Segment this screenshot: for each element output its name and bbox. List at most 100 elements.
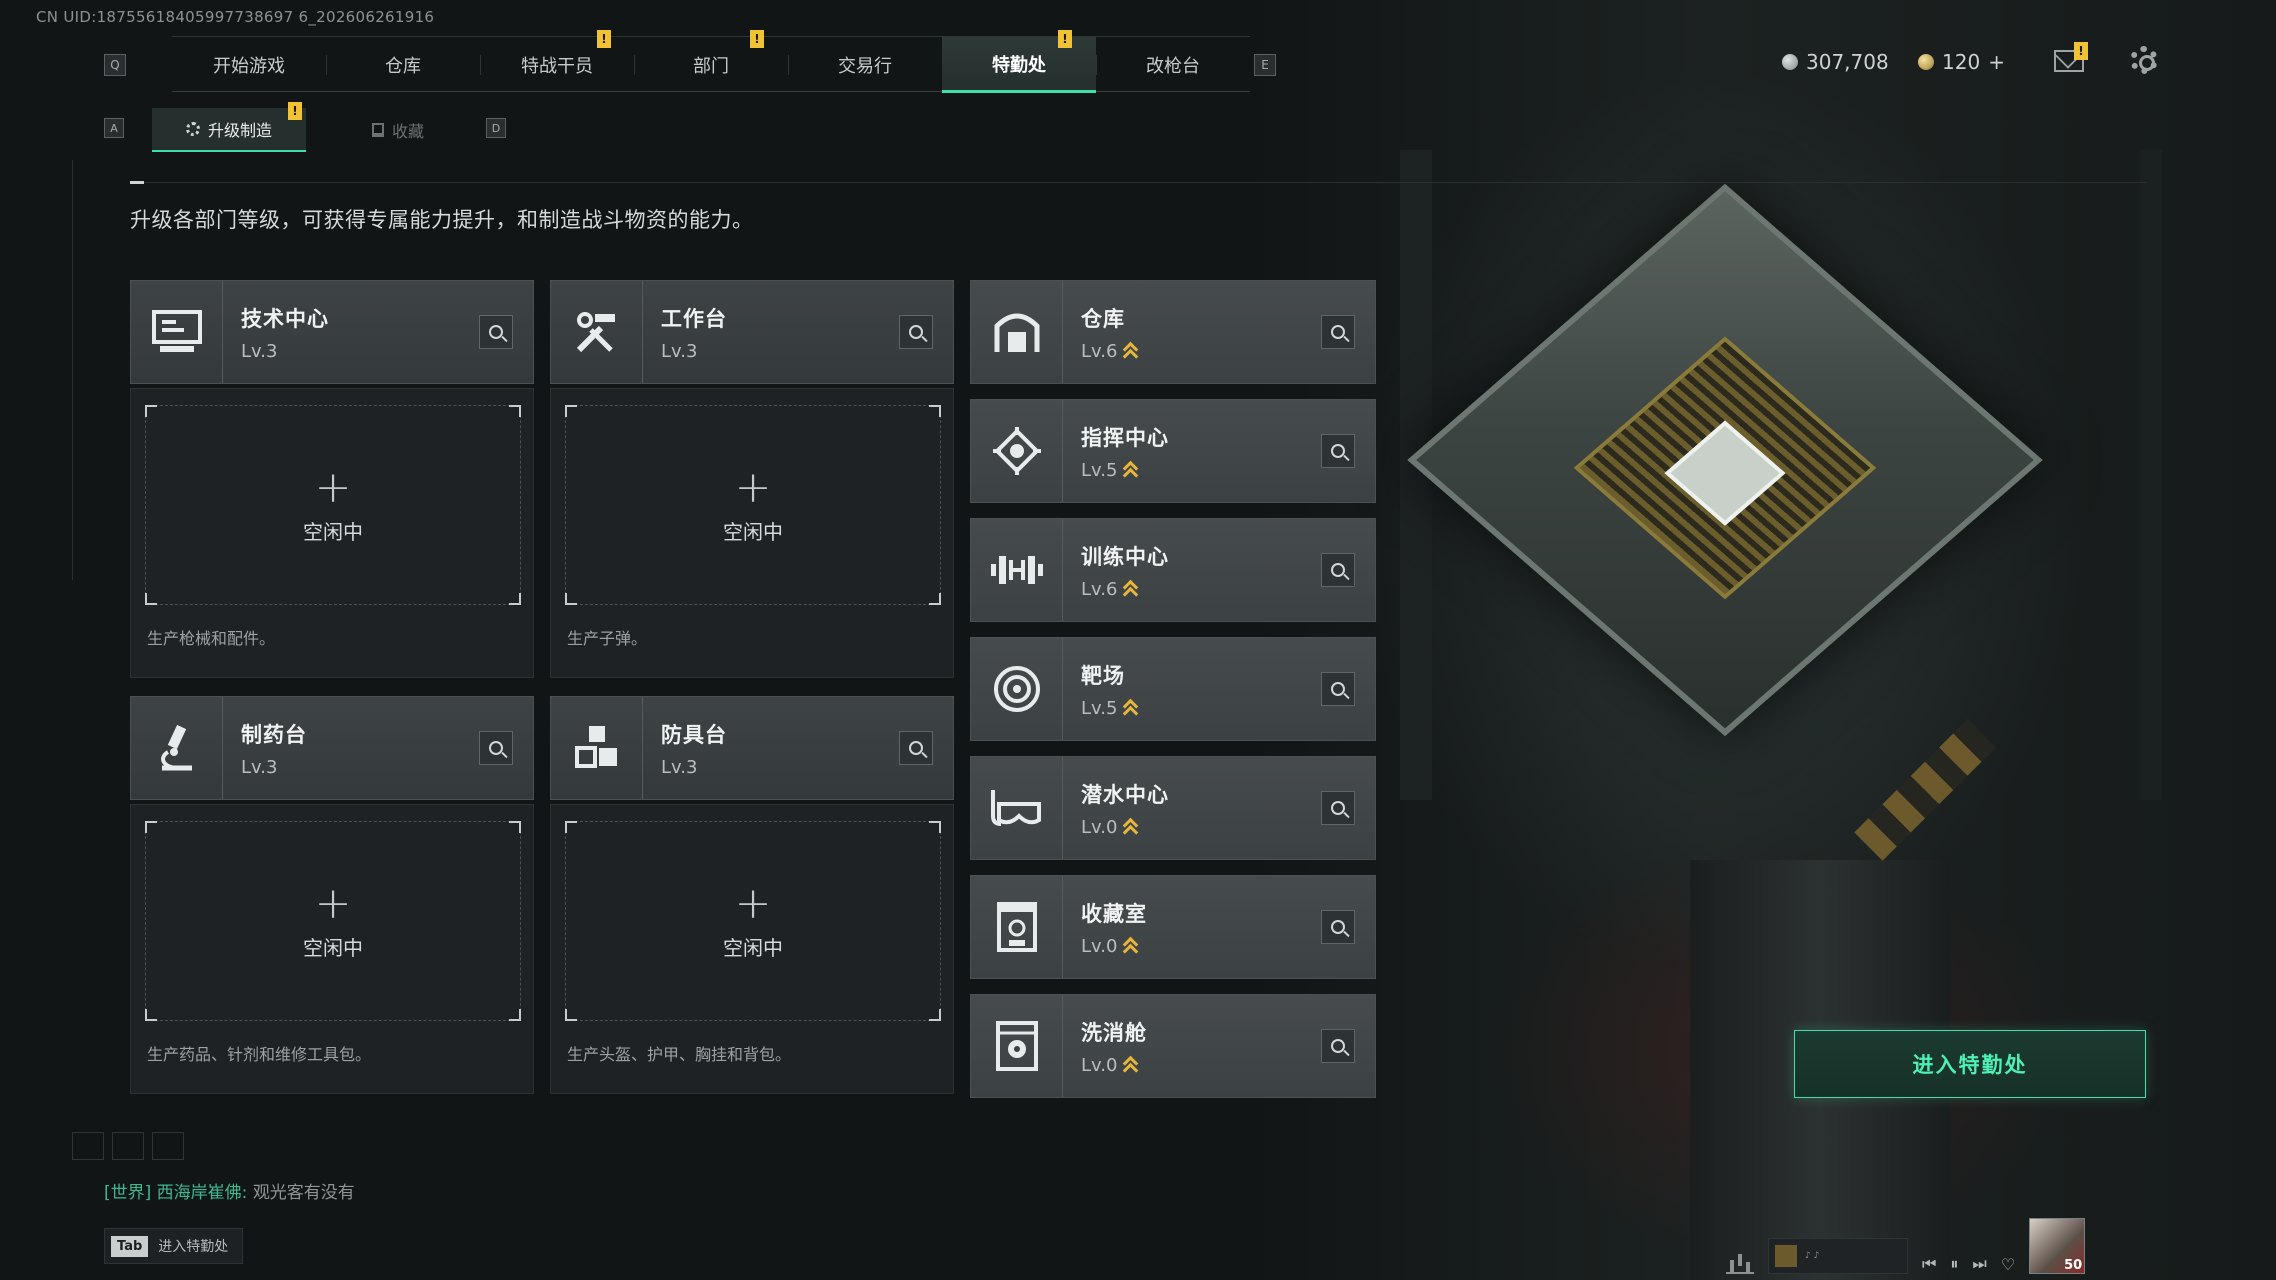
dept-card-shooting-range[interactable]: 靶场 Lv.5 bbox=[970, 637, 1376, 741]
dept-name: 指挥中心 bbox=[1081, 425, 1169, 450]
search-icon bbox=[1331, 1039, 1345, 1053]
add-gold-icon[interactable]: + bbox=[1988, 50, 2005, 74]
main-tabs: 开始游戏 仓库 特战干员 部门 交易行 特勤处 改枪台 bbox=[172, 36, 1250, 93]
silver-currency: 307,708 bbox=[1782, 50, 1889, 74]
inspect-button[interactable] bbox=[1321, 553, 1355, 587]
slot-status: 空闲中 bbox=[723, 935, 783, 960]
music-player[interactable]: ♪ ♪ bbox=[1768, 1238, 1908, 1274]
craft-slot[interactable]: + 空闲中 bbox=[565, 405, 941, 605]
upgrade-arrow-icon bbox=[1123, 461, 1137, 479]
craft-panel-tech-center: + 空闲中 生产枪械和配件。 bbox=[130, 388, 534, 678]
dept-level: Lv.5 bbox=[1081, 459, 1118, 481]
dept-card-workbench[interactable]: 工作台 Lv.3 bbox=[550, 280, 954, 384]
craft-panel-pharmacy: + 空闲中 生产药品、针剂和维修工具包。 bbox=[130, 804, 534, 1094]
dept-card-pharmacy[interactable]: 制药台 Lv.3 bbox=[130, 696, 534, 800]
key-hint-a: A bbox=[104, 118, 124, 138]
heart-icon[interactable]: ♡ bbox=[2001, 1255, 2015, 1274]
tab-gunsmith[interactable]: 改枪台 bbox=[1096, 37, 1250, 93]
bookmark-icon bbox=[371, 123, 384, 137]
gold-coin-icon bbox=[1918, 54, 1934, 70]
tab-trading[interactable]: 交易行 bbox=[788, 37, 942, 93]
previous-track-icon[interactable]: ⏮ bbox=[1922, 1254, 1936, 1274]
subtab-upgrade-craft[interactable]: 升级制造 bbox=[152, 108, 306, 152]
search-icon bbox=[489, 741, 503, 755]
computer-icon bbox=[131, 281, 223, 383]
dept-card-diving-center[interactable]: 潜水中心 Lv.0 bbox=[970, 756, 1376, 860]
divider-mark bbox=[130, 181, 144, 184]
upgrade-arrow-icon bbox=[1123, 580, 1137, 598]
subtab-collection-label: 收藏 bbox=[391, 122, 424, 141]
dept-card-warehouse[interactable]: 仓库 Lv.6 bbox=[970, 280, 1376, 384]
search-icon bbox=[1331, 801, 1345, 815]
gold-currency[interactable]: 120 + bbox=[1918, 50, 2005, 74]
dept-card-collection-room[interactable]: 收藏室 Lv.0 bbox=[970, 875, 1376, 979]
dept-level: Lv.3 bbox=[241, 340, 278, 362]
subtab-collection[interactable]: 收藏 bbox=[338, 108, 458, 152]
dept-level: Lv.5 bbox=[1081, 697, 1118, 719]
craft-slot[interactable]: + 空闲中 bbox=[565, 821, 941, 1021]
warehouse-icon bbox=[971, 281, 1063, 383]
dept-card-tech-center[interactable]: 技术中心 Lv.3 bbox=[130, 280, 534, 384]
dept-card-decontamination[interactable]: 洗消舱 Lv.0 bbox=[970, 994, 1376, 1098]
inspect-button[interactable] bbox=[1321, 315, 1355, 349]
pause-icon[interactable]: ⏸ bbox=[1950, 1254, 1958, 1274]
slot-description: 生产头盔、护甲、胸挂和背包。 bbox=[567, 1045, 792, 1064]
player-avatar[interactable]: 50 bbox=[2029, 1218, 2086, 1274]
search-icon bbox=[489, 325, 503, 339]
enter-special-ops-button[interactable]: 进入特勤处 bbox=[1794, 1030, 2146, 1098]
dept-level: Lv.6 bbox=[1081, 340, 1118, 362]
gold-amount: 120 bbox=[1942, 50, 1981, 74]
chat-message[interactable]: [世界] 西海岸崔佛: 观光客有没有 bbox=[104, 1178, 355, 1203]
search-icon bbox=[1331, 682, 1345, 696]
search-icon bbox=[909, 741, 923, 755]
inspect-button[interactable] bbox=[1321, 434, 1355, 468]
inspect-button[interactable] bbox=[1321, 791, 1355, 825]
tab-departments[interactable]: 部门 bbox=[634, 37, 788, 93]
key-hint-d: D bbox=[486, 118, 506, 138]
inspect-button[interactable] bbox=[479, 315, 513, 349]
dept-name: 训练中心 bbox=[1081, 544, 1169, 569]
inspect-button[interactable] bbox=[479, 731, 513, 765]
hazmat-icon bbox=[971, 995, 1063, 1097]
chat-text: 观光客有没有 bbox=[252, 1183, 355, 1203]
dept-card-training-center[interactable]: 训练中心 Lv.6 bbox=[970, 518, 1376, 622]
tab-shortcut-hint[interactable]: Tab 进入特勤处 bbox=[104, 1228, 244, 1264]
dept-name: 收藏室 bbox=[1081, 901, 1147, 926]
stats-icon[interactable] bbox=[1726, 1248, 1754, 1274]
search-icon bbox=[909, 325, 923, 339]
page-description: 升级各部门等级，可获得专属能力提升，和制造战斗物资的能力。 bbox=[130, 208, 754, 232]
craft-slot[interactable]: + 空闲中 bbox=[145, 821, 521, 1021]
user-uid: CN UID:18755618405997738697 6_2026062619… bbox=[36, 8, 435, 26]
silver-coin-icon bbox=[1782, 54, 1798, 70]
microscope-icon bbox=[131, 697, 223, 799]
dept-level: Lv.0 bbox=[1081, 1054, 1118, 1076]
dept-card-armor-bench[interactable]: 防具台 Lv.3 bbox=[550, 696, 954, 800]
inspect-button[interactable] bbox=[899, 315, 933, 349]
key-hint-e: E bbox=[1254, 54, 1276, 76]
tab-warehouse[interactable]: 仓库 bbox=[326, 37, 480, 93]
gear-icon bbox=[185, 122, 200, 136]
craft-slot[interactable]: + 空闲中 bbox=[145, 405, 521, 605]
plus-icon: + bbox=[314, 461, 352, 513]
warning-badge: ! bbox=[2074, 42, 2088, 60]
album-art bbox=[1775, 1245, 1797, 1267]
inspect-button[interactable] bbox=[1321, 1029, 1355, 1063]
key-hint-q: Q bbox=[104, 54, 126, 76]
dept-name: 潜水中心 bbox=[1081, 782, 1169, 807]
inspect-button[interactable] bbox=[899, 731, 933, 765]
dept-card-command-center[interactable]: 指挥中心 Lv.5 bbox=[970, 399, 1376, 503]
tab-special-ops[interactable]: 特勤处 bbox=[942, 37, 1096, 93]
inspect-button[interactable] bbox=[1321, 910, 1355, 944]
dept-level: Lv.0 bbox=[1081, 935, 1118, 957]
tab-start-game[interactable]: 开始游戏 bbox=[172, 37, 326, 93]
craft-panel-workbench: + 空闲中 生产子弹。 bbox=[550, 388, 954, 678]
search-icon bbox=[1331, 563, 1345, 577]
inspect-button[interactable] bbox=[1321, 672, 1355, 706]
bottom-hud: ♪ ♪ ⏮ ⏸ ⏭ ♡ 50 bbox=[1726, 1218, 2086, 1274]
quick-slots bbox=[72, 1132, 184, 1160]
settings-gear-icon[interactable] bbox=[2130, 46, 2158, 74]
plus-icon: + bbox=[734, 877, 772, 929]
armor-blocks-icon bbox=[551, 697, 643, 799]
next-track-icon[interactable]: ⏭ bbox=[1972, 1254, 1986, 1274]
dept-name: 制药台 bbox=[241, 722, 307, 747]
